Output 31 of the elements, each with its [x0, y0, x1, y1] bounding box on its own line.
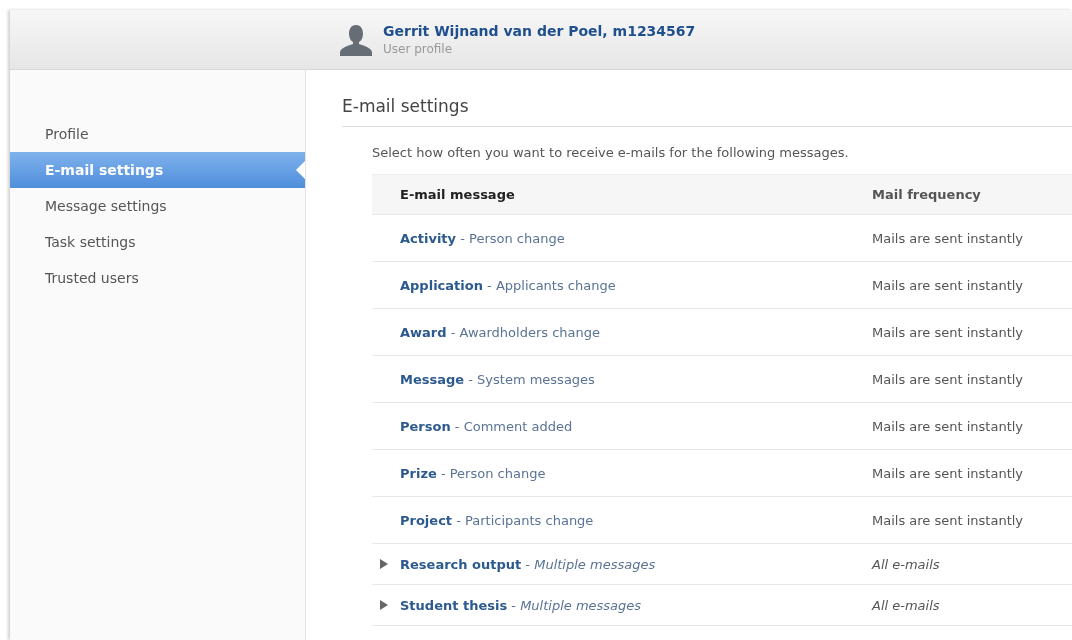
sidebar-item[interactable]: Task settings	[10, 224, 305, 260]
frequency-cell-text: Mails are sent instantly	[872, 465, 1025, 481]
frequency-cell-text: Mails are sent instantly	[872, 512, 1025, 528]
frequency-cell-text: Mails are sent instantly	[872, 230, 1025, 246]
sidebar-item[interactable]: Profile	[10, 116, 305, 152]
frequency-cell-text: Mails are sent instantly	[872, 418, 1025, 434]
sidebar-item[interactable]: Message settings	[10, 188, 305, 224]
message-link[interactable]: Application - Applicants change	[400, 277, 616, 293]
message-link[interactable]: Person - Comment added	[400, 418, 573, 434]
description-text: Select how often you want to receive e-mails for the following messages.	[372, 145, 850, 160]
sidebar-item[interactable]: Trusted users	[10, 260, 305, 296]
message-link[interactable]: Award - Awardholders change	[400, 324, 600, 340]
page-subtitle: User profile	[383, 42, 454, 56]
expand-icon[interactable]	[380, 600, 388, 610]
frequency-cell-text: Mails are sent instantly	[872, 277, 1025, 293]
message-link[interactable]: Prize - Person change	[400, 465, 546, 481]
frequency-cell-text: All e-mails	[872, 556, 941, 572]
message-link[interactable]: Message - System messages	[400, 371, 595, 387]
expand-icon[interactable]	[380, 559, 388, 569]
frequency-cell-text: Mails are sent instantly	[872, 324, 1025, 340]
frequency-cell-text: Mails are sent instantly	[872, 371, 1025, 387]
column-header: E-mail message	[399, 187, 516, 202]
user-name[interactable]: Gerrit Wijnand van der Poel, m1234567	[383, 23, 696, 39]
user-icon	[337, 22, 375, 57]
column-header: Mail frequency	[872, 187, 982, 202]
message-link[interactable]: Project - Participants change	[400, 512, 594, 528]
message-link[interactable]: Activity - Person change	[400, 230, 565, 246]
message-link[interactable]: Student thesis - Multiple messages	[400, 597, 642, 613]
message-link[interactable]: Research output - Multiple messages	[400, 556, 656, 572]
section-title: E-mail settings	[342, 96, 1072, 127]
frequency-cell-text: All e-mails	[872, 597, 941, 613]
